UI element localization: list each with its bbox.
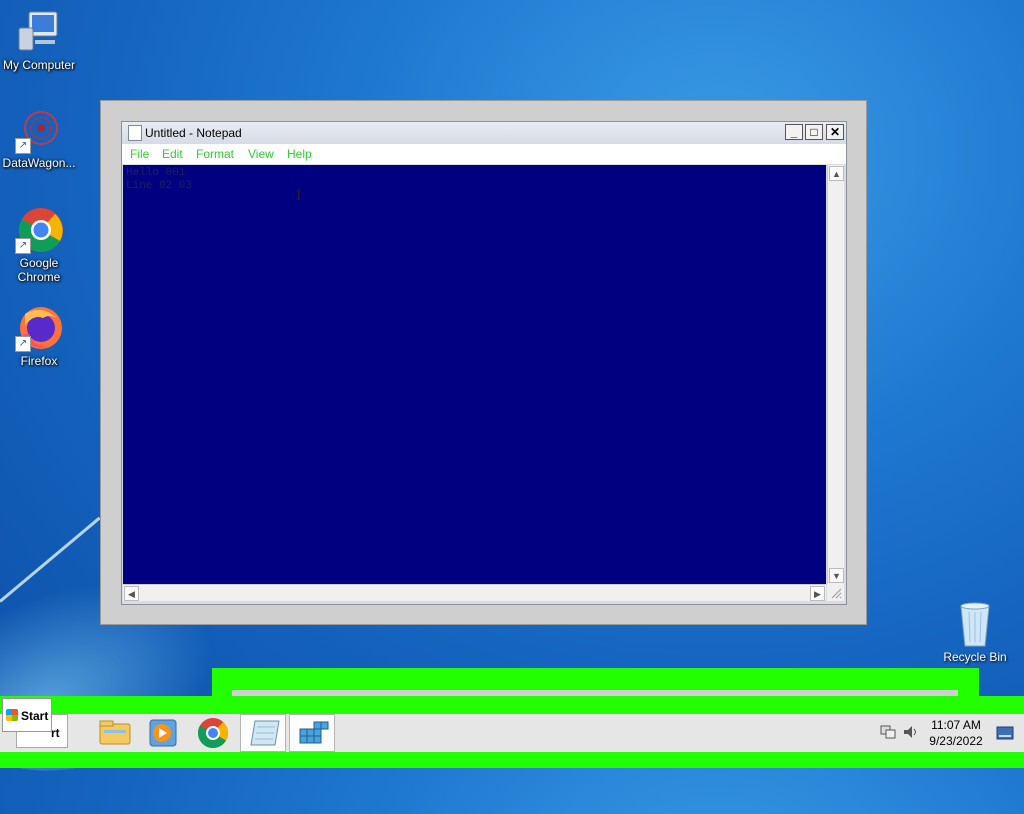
datawagon-icon: ↗ bbox=[15, 106, 63, 154]
taskbar: rt Start 11:07 AM 9/23/2022 bbox=[0, 696, 1024, 768]
notepad-icon bbox=[250, 720, 280, 746]
taskbar-registry[interactable] bbox=[289, 714, 335, 752]
menu-file[interactable]: File bbox=[130, 147, 149, 161]
show-desktop-icon[interactable] bbox=[996, 726, 1014, 740]
text-cursor-icon: I bbox=[296, 187, 302, 204]
editor-line: Hello 001 bbox=[126, 167, 186, 179]
vertical-scrollbar[interactable]: ▲ ▼ bbox=[827, 165, 844, 584]
start-label-partial: rt bbox=[51, 726, 60, 740]
volume-icon[interactable] bbox=[902, 724, 920, 740]
notepad-window: Untitled - Notepad _ □ ✕ File Edit Forma… bbox=[121, 121, 847, 605]
registry-icon bbox=[299, 721, 329, 744]
horizontal-scrollbar[interactable]: ◀ ▶ bbox=[123, 584, 826, 601]
taskbar-explorer[interactable] bbox=[92, 714, 138, 752]
recycle-bin-icon bbox=[951, 600, 999, 648]
menu-bar: File Edit Format View Help bbox=[122, 144, 846, 164]
shortcut-arrow-icon: ↗ bbox=[15, 138, 31, 154]
menu-format[interactable]: Format bbox=[196, 147, 234, 161]
desktop-icon-datawagon[interactable]: ↗ DataWagon... bbox=[0, 106, 78, 170]
shortcut-arrow-icon: ↗ bbox=[15, 336, 31, 352]
notepad-icon bbox=[128, 125, 142, 141]
minimize-button[interactable]: _ bbox=[785, 124, 803, 140]
firefox-icon: ↗ bbox=[15, 304, 63, 352]
windows-flag-icon bbox=[6, 709, 18, 721]
wallpaper-streak bbox=[0, 516, 101, 603]
desktop-icon-my-computer[interactable]: My Computer bbox=[0, 8, 78, 72]
desktop-icon-label: Google Chrome bbox=[17, 256, 61, 284]
chrome-icon bbox=[197, 718, 228, 749]
taskbar-notepad[interactable] bbox=[240, 714, 286, 752]
chrome-icon: ↗ bbox=[15, 206, 63, 254]
clock-date: 9/23/2022 bbox=[929, 734, 983, 748]
desktop-icon-label: Firefox bbox=[20, 354, 58, 368]
scroll-right-icon[interactable]: ▶ bbox=[810, 586, 825, 601]
explorer-icon bbox=[99, 720, 131, 745]
overlay-panel bbox=[212, 668, 979, 698]
scroll-up-icon[interactable]: ▲ bbox=[829, 166, 844, 181]
text-editor-area[interactable]: Hello 001 Line 02 03 bbox=[123, 165, 826, 584]
title-bar[interactable]: Untitled - Notepad _ □ ✕ bbox=[122, 122, 846, 144]
taskbar-media-player[interactable] bbox=[140, 714, 186, 752]
desktop-icon-label: My Computer bbox=[2, 58, 76, 72]
desktop-icon-firefox[interactable]: ↗ Firefox bbox=[0, 304, 78, 368]
clock[interactable]: 11:07 AM 9/23/2022 bbox=[924, 717, 988, 749]
shortcut-arrow-icon: ↗ bbox=[15, 238, 31, 254]
media-player-icon bbox=[149, 719, 177, 747]
clock-time: 11:07 AM bbox=[931, 718, 981, 732]
menu-view[interactable]: View bbox=[248, 147, 274, 161]
network-icon[interactable] bbox=[880, 724, 896, 740]
desktop-icon-label: DataWagon... bbox=[2, 156, 76, 170]
desktop-icon-recycle-bin[interactable]: Recycle Bin bbox=[940, 600, 1010, 664]
menu-help[interactable]: Help bbox=[287, 147, 312, 161]
start-button[interactable]: Start bbox=[2, 698, 52, 732]
resize-grip-icon[interactable] bbox=[827, 584, 844, 601]
start-label: Start bbox=[21, 709, 49, 723]
close-button[interactable]: ✕ bbox=[826, 124, 844, 140]
maximize-button[interactable]: □ bbox=[805, 124, 823, 140]
scroll-down-icon[interactable]: ▼ bbox=[829, 568, 844, 583]
desktop-icon-label: Recycle Bin bbox=[943, 650, 1007, 664]
window-title: Untitled - Notepad bbox=[145, 126, 242, 140]
editor-line: Line 02 03 bbox=[126, 180, 193, 192]
system-tray: 11:07 AM 9/23/2022 bbox=[874, 714, 1024, 752]
desktop-icon-chrome[interactable]: ↗ Google Chrome bbox=[0, 206, 78, 284]
taskbar-chrome[interactable] bbox=[190, 714, 236, 752]
scroll-left-icon[interactable]: ◀ bbox=[124, 586, 139, 601]
menu-edit[interactable]: Edit bbox=[162, 147, 183, 161]
computer-icon bbox=[15, 8, 63, 56]
